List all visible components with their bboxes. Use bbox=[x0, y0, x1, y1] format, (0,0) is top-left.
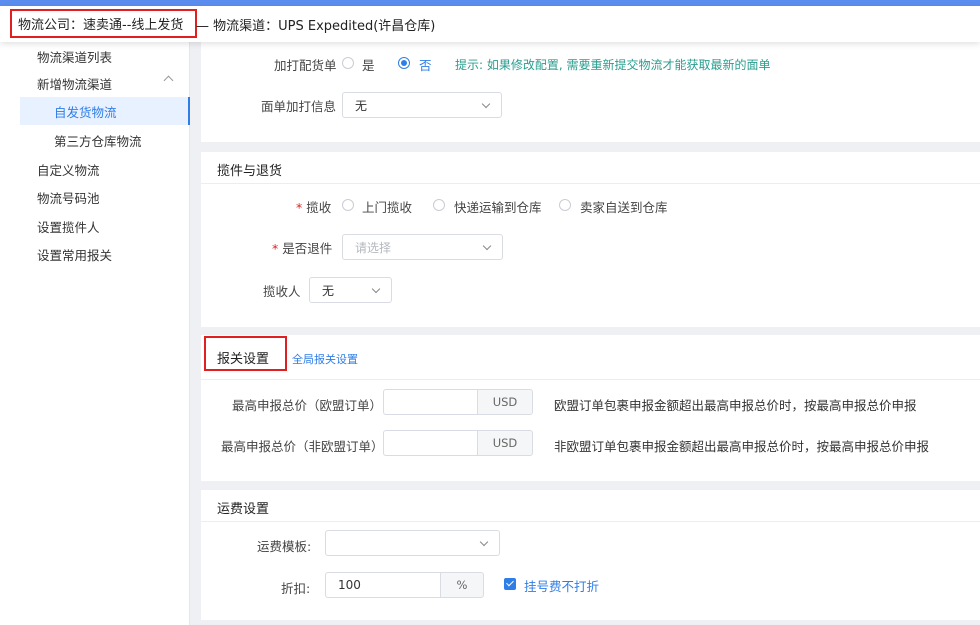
print-settings-card: 加打配货单 是 否 提示: 如果修改配置, 需要重新提交物流才能获取最新的面单 … bbox=[201, 42, 980, 142]
percent-addon: % bbox=[440, 572, 484, 598]
chevron-up-icon bbox=[163, 75, 174, 86]
freight-template-label: 运费模板: bbox=[257, 539, 312, 554]
pickup-self-label[interactable]: 卖家自送到仓库 bbox=[580, 197, 668, 216]
non-eu-max-declare-field[interactable]: USD bbox=[383, 430, 533, 456]
pickup-return-card: 揽件与退货 * 揽收 上门揽收 快递运输到仓库 卖家自送到仓库 * 是否退件 请选择… bbox=[201, 152, 980, 327]
pickup-express-radio[interactable] bbox=[433, 199, 445, 211]
face-info-value: 无 bbox=[355, 98, 368, 113]
logistics-channel-label: — 物流渠道：UPS Expedited(许昌仓库) bbox=[196, 18, 436, 34]
no-discount-reg-label[interactable]: 挂号费不打折 bbox=[524, 576, 599, 595]
header-bar: 物流公司：速卖通--线上发货 — 物流渠道：UPS Expedited(许昌仓库… bbox=[0, 6, 980, 42]
eu-currency-addon: USD bbox=[477, 389, 533, 415]
pickup-express-label[interactable]: 快递运输到仓库 bbox=[454, 197, 542, 216]
sidebar-item-channel-list[interactable]: 物流渠道列表 bbox=[0, 42, 190, 70]
eu-declare-desc: 欧盟订单包裹申报金额超出最高申报总价时，按最高申报总价申报 bbox=[554, 398, 917, 413]
face-info-label: 面单加打信息 bbox=[261, 99, 337, 114]
chevron-down-icon bbox=[479, 537, 489, 547]
extra-print-yes-label[interactable]: 是 bbox=[362, 55, 375, 74]
sidebar: 物流渠道列表 新增物流渠道 自发货物流 第三方仓库物流 自定义物流 物流号码池 … bbox=[0, 42, 190, 625]
non-eu-max-declare-input[interactable] bbox=[383, 430, 477, 456]
pickup-label: * 揽收 bbox=[296, 200, 332, 215]
extra-print-label: 加打配货单 bbox=[274, 58, 337, 73]
config-hint-text: 提示: 如果修改配置, 需要重新提交物流才能获取最新的面单 bbox=[455, 58, 771, 72]
discount-input[interactable]: 100 bbox=[325, 572, 440, 598]
sidebar-item-common-customs[interactable]: 设置常用报关 bbox=[0, 240, 190, 268]
customs-section-title: 报关设置 bbox=[217, 352, 270, 367]
returnable-select[interactable]: 请选择 bbox=[342, 234, 503, 260]
no-discount-reg-checkbox[interactable] bbox=[504, 578, 516, 590]
collector-label: 揽收人 bbox=[263, 284, 301, 299]
returnable-label: * 是否退件 bbox=[272, 241, 333, 256]
chevron-down-icon bbox=[481, 99, 491, 109]
non-eu-currency-addon: USD bbox=[477, 430, 533, 456]
discount-field[interactable]: 100 % bbox=[325, 572, 484, 598]
sidebar-item-set-collector[interactable]: 设置揽件人 bbox=[0, 212, 190, 240]
eu-max-declare-label: 最高申报总价（欧盟订单） bbox=[232, 398, 383, 413]
section-divider bbox=[201, 379, 980, 380]
freight-card: 运费设置 运费模板: 折扣: 100 % 挂号费不打折 bbox=[201, 490, 980, 620]
global-customs-link[interactable]: 全局报关设置 bbox=[292, 351, 358, 367]
face-info-select[interactable]: 无 bbox=[342, 92, 502, 118]
sidebar-item-custom-logistics[interactable]: 自定义物流 bbox=[0, 155, 190, 183]
pickup-self-radio[interactable] bbox=[559, 199, 571, 211]
sidebar-item-label: 新增物流渠道 bbox=[37, 76, 113, 92]
eu-max-declare-field[interactable]: USD bbox=[383, 389, 533, 415]
freight-section-title: 运费设置 bbox=[217, 502, 270, 517]
collector-value: 无 bbox=[322, 283, 335, 298]
sidebar-item-third-party-warehouse[interactable]: 第三方仓库物流 bbox=[0, 126, 190, 154]
chevron-down-icon bbox=[371, 284, 381, 294]
collector-select[interactable]: 无 bbox=[309, 277, 392, 303]
non-eu-max-declare-label: 最高申报总价（非欧盟订单） bbox=[221, 439, 384, 454]
returnable-placeholder: 请选择 bbox=[355, 240, 392, 255]
eu-max-declare-input[interactable] bbox=[383, 389, 477, 415]
section-divider bbox=[201, 521, 980, 522]
extra-print-no-label[interactable]: 否 bbox=[419, 55, 432, 74]
non-eu-declare-desc: 非欧盟订单包裹申报金额超出最高申报总价时，按最高申报总价申报 bbox=[554, 439, 930, 454]
section-divider bbox=[201, 183, 980, 184]
pickup-door-label[interactable]: 上门揽收 bbox=[362, 197, 412, 216]
freight-template-select[interactable] bbox=[325, 530, 500, 556]
logistics-company-label: 物流公司：速卖通--线上发货 bbox=[10, 9, 197, 38]
extra-print-yes-radio[interactable] bbox=[342, 57, 354, 69]
sidebar-item-self-shipping[interactable]: 自发货物流 bbox=[20, 97, 190, 125]
sidebar-item-add-channel[interactable]: 新增物流渠道 bbox=[0, 69, 190, 97]
extra-print-no-radio[interactable] bbox=[398, 57, 410, 69]
sidebar-item-tracking-pool[interactable]: 物流号码池 bbox=[0, 183, 190, 211]
customs-card: 报关设置 全局报关设置 最高申报总价（欧盟订单） USD 欧盟订单包裹申报金额超… bbox=[201, 335, 980, 481]
pickup-door-radio[interactable] bbox=[342, 199, 354, 211]
discount-label: 折扣: bbox=[281, 581, 311, 596]
chevron-down-icon bbox=[482, 241, 492, 251]
pickup-section-title: 揽件与退货 bbox=[217, 164, 283, 179]
